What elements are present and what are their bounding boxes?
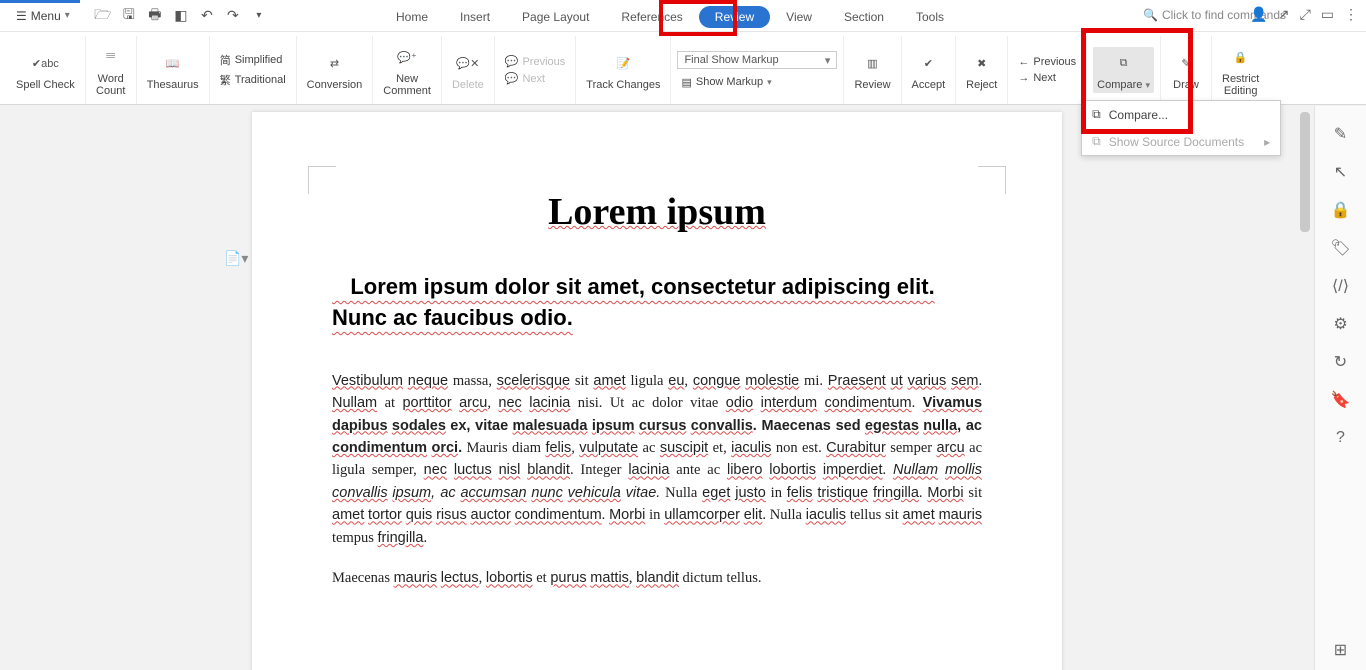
margin-corner (308, 166, 336, 194)
conversion-button[interactable]: ⇄ Conversion (303, 47, 367, 93)
tab-bar: Home Insert Page Layout References Revie… (380, 6, 960, 28)
page-indicator-icon[interactable]: 📄▾ (224, 250, 248, 267)
lock-icon[interactable]: 🔒 (1331, 200, 1351, 220)
previous-change-button[interactable]: ←Previous (1014, 55, 1080, 69)
thesaurus-button[interactable]: 📖 Thesaurus (143, 47, 203, 93)
compare-item-icon: ⧉ (1092, 107, 1101, 122)
print-icon[interactable]: 🖶 (146, 7, 164, 25)
save-icon[interactable]: 🖫 (120, 7, 138, 25)
redo-icon[interactable]: ↷ (224, 7, 242, 25)
document-subhead[interactable]: Lorem ipsum dolor sit amet, consectetur … (332, 272, 982, 334)
document-area[interactable]: 📄▾ Lorem ipsum Lorem ipsum dolor sit ame… (0, 106, 1314, 670)
new-comment-button[interactable]: 💬⁺ New Comment (379, 41, 435, 99)
word-count-icon: 𝄘 (96, 43, 126, 71)
show-markup-button[interactable]: ▤Show Markup▾ (677, 75, 837, 90)
scroll-thumb[interactable] (1300, 112, 1310, 232)
tab-section[interactable]: Section (828, 6, 900, 28)
spell-check-icon: ✔abc (30, 49, 60, 77)
document-paragraph-1[interactable]: Vestibulum neque massa, scelerisque sit … (332, 370, 982, 550)
show-source-docs-item[interactable]: ⧉Show Source Documents▸ (1082, 128, 1280, 155)
review-pane-button[interactable]: ▥ Review (850, 47, 894, 93)
compare-icon: ⧉ (1109, 49, 1139, 77)
cursor-icon[interactable]: ↖ (1331, 162, 1351, 182)
restrict-editing-button[interactable]: 🔒 Restrict Editing (1218, 41, 1263, 99)
reject-button[interactable]: ✖ Reject (962, 47, 1001, 93)
word-count-button[interactable]: 𝄘 Word Count (92, 41, 130, 99)
search-icon: 🔍 (1143, 8, 1158, 22)
simplified-icon: 简 (220, 52, 231, 68)
tab-page-layout[interactable]: Page Layout (506, 6, 605, 28)
tab-insert[interactable]: Insert (444, 6, 506, 28)
menu-button[interactable]: ☰ Menu ▾ (6, 5, 80, 27)
compare-menu-item[interactable]: ⧉Compare... (1082, 101, 1280, 128)
conversion-icon: ⇄ (319, 49, 349, 77)
window-icon[interactable]: ▭ (1321, 6, 1334, 23)
help-icon[interactable]: ? (1331, 428, 1351, 448)
track-changes-button[interactable]: 📝 Track Changes (582, 47, 664, 93)
next-change-icon: → (1018, 72, 1029, 84)
margin-corner (978, 166, 1006, 194)
tag-icon[interactable]: 🏷 (1331, 238, 1351, 258)
compare-dropdown-menu: ⧉Compare... ⧉Show Source Documents▸ (1081, 100, 1281, 156)
draw-button[interactable]: ✎ Draw (1167, 47, 1205, 93)
open-folder-icon[interactable]: 🗁 (94, 7, 112, 25)
spell-check-button[interactable]: ✔abc Spell Check (12, 47, 79, 93)
reject-icon: ✖ (967, 49, 997, 77)
document-page[interactable]: 📄▾ Lorem ipsum Lorem ipsum dolor sit ame… (252, 112, 1062, 670)
bookmark-icon[interactable]: 🔖 (1331, 390, 1351, 410)
tab-home[interactable]: Home (380, 6, 444, 28)
draw-icon: ✎ (1171, 49, 1201, 77)
traditional-button[interactable]: 繁Traditional (216, 71, 290, 89)
accept-icon: ✔ (913, 49, 943, 77)
chevron-down-icon[interactable]: ▾ (250, 7, 268, 25)
tab-view[interactable]: View (770, 6, 828, 28)
show-markup-icon: ▤ (681, 76, 691, 89)
prev-comment-icon: 💬 (505, 55, 519, 68)
print-preview-icon[interactable]: ◧ (172, 7, 190, 25)
tab-references[interactable]: References (605, 6, 698, 28)
hamburger-icon: ☰ (16, 9, 27, 23)
delete-comment-button[interactable]: 💬✕ Delete (448, 47, 488, 93)
grid-icon[interactable]: ⊞ (1331, 640, 1351, 660)
simplified-button[interactable]: 简Simplified (216, 51, 290, 69)
vertical-scrollbar[interactable] (1298, 106, 1312, 670)
delete-comment-icon: 💬✕ (453, 49, 483, 77)
undo-icon[interactable]: ↶ (198, 7, 216, 25)
document-title[interactable]: Lorem ipsum (332, 190, 982, 234)
user-icon[interactable]: 👤 (1250, 6, 1267, 23)
history-icon[interactable]: ↻ (1331, 352, 1351, 372)
menu-label: Menu (31, 9, 61, 23)
thesaurus-icon: 📖 (158, 49, 188, 77)
review-pane-icon: ▥ (857, 49, 887, 77)
ribbon: ✔abc Spell Check 𝄘 Word Count 📖 Thesauru… (0, 32, 1366, 105)
track-changes-icon: 📝 (608, 49, 638, 77)
chevron-right-icon: ▸ (1264, 135, 1270, 149)
settings-sliders-icon[interactable]: ⚙ (1331, 314, 1351, 334)
new-comment-icon: 💬⁺ (392, 43, 422, 71)
prev-change-icon: ← (1018, 56, 1029, 68)
document-paragraph-2[interactable]: Maecenas mauris lectus, lobortis et puru… (332, 567, 982, 589)
previous-comment-button[interactable]: 💬Previous (501, 54, 570, 69)
more-icon[interactable]: ⋮ (1344, 6, 1358, 23)
lock-icon: 🔒 (1226, 43, 1256, 71)
accept-button[interactable]: ✔ Accept (908, 47, 950, 93)
share-icon[interactable]: ↗ (1278, 6, 1290, 23)
quick-access-toolbar: 🗁 🖫 🖶 ◧ ↶ ↷ ▾ (94, 7, 268, 25)
tab-tools[interactable]: Tools (900, 6, 960, 28)
side-panel: ✎ ↖ 🔒 🏷 ⟨/⟩ ⚙ ↻ 🔖 ? ⊞ (1314, 106, 1366, 670)
tab-review[interactable]: Review (699, 6, 770, 28)
markup-mode-select[interactable]: Final Show Markup (677, 51, 837, 69)
collapse-ribbon-icon[interactable]: ⤢ (1300, 6, 1311, 23)
code-icon[interactable]: ⟨/⟩ (1331, 276, 1351, 296)
traditional-icon: 繁 (220, 72, 231, 88)
pencil-icon[interactable]: ✎ (1331, 124, 1351, 144)
next-change-button[interactable]: →Next (1014, 71, 1080, 85)
next-comment-icon: 💬 (505, 72, 519, 85)
chevron-down-icon: ▾ (65, 10, 70, 21)
next-comment-button[interactable]: 💬Next (501, 71, 570, 86)
source-docs-icon: ⧉ (1092, 134, 1101, 149)
compare-button[interactable]: ⧉ Compare ▾ (1093, 47, 1154, 93)
